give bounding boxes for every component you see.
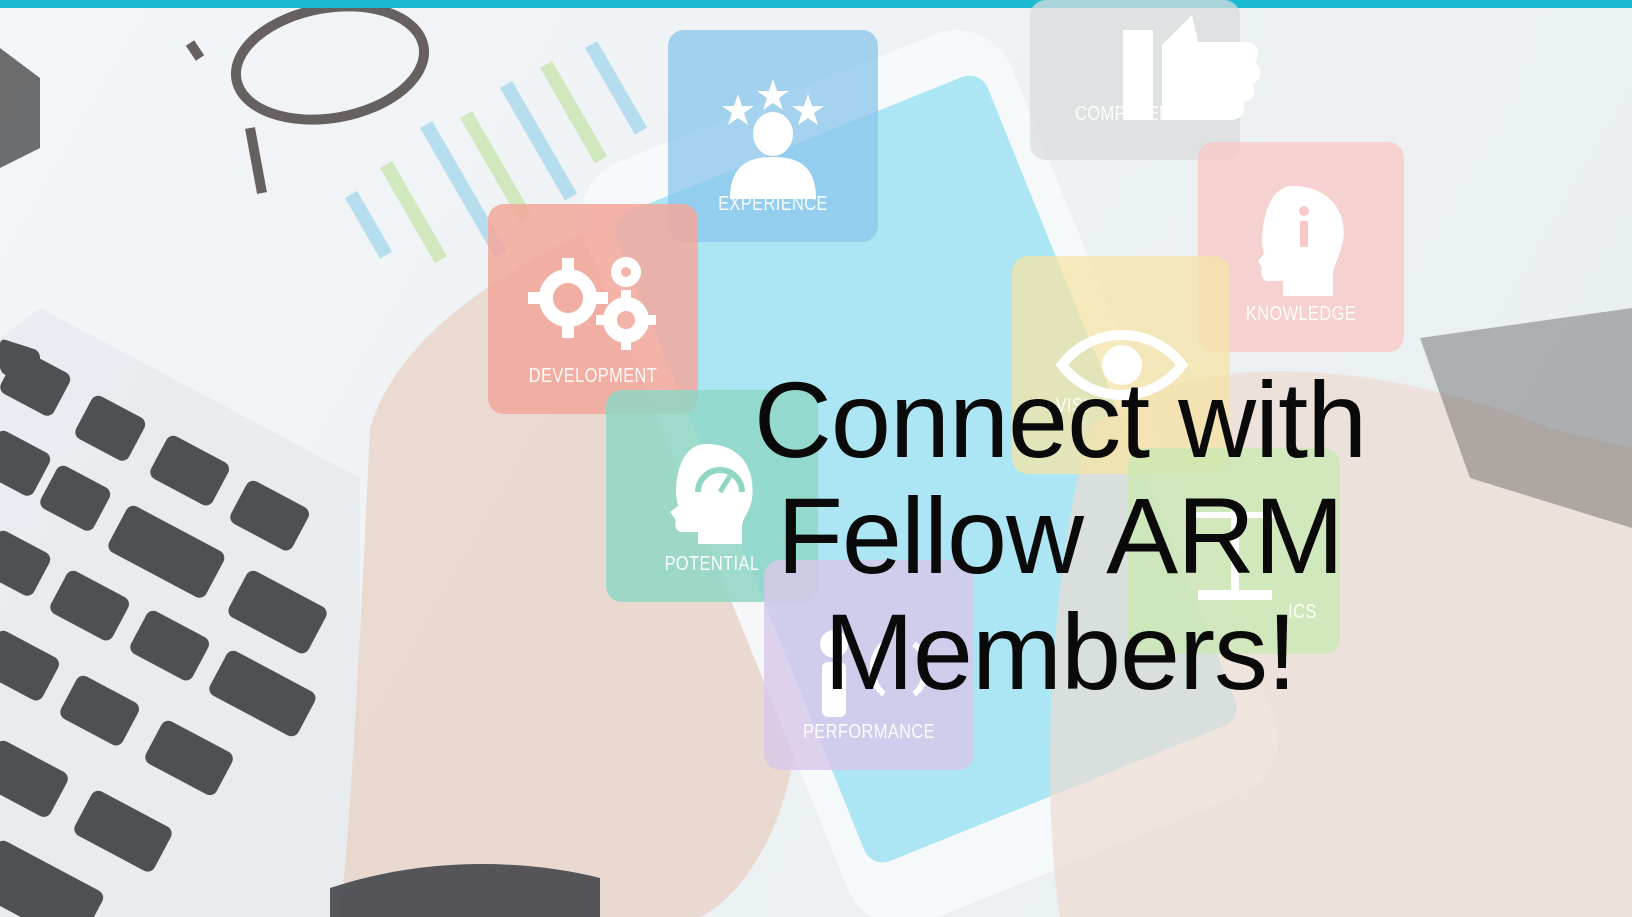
thumbs-up-icon [1123,15,1261,120]
knowledge-label: KNOWLEDGE [1245,303,1357,325]
competence-tile: COMPETENCE [1030,0,1261,160]
slide: EXPERIENCE COMPETENCE DEVELOPMENT KNOWLE… [0,0,1632,917]
development-label: DEVELOPMENT [528,365,658,387]
competence-label: COMPETENCE [1075,103,1195,125]
top-accent-bar [0,0,1632,8]
headline: Connect with Fellow ARM Members! [700,362,1420,710]
headline-line-1: Connect with [753,359,1367,480]
development-tile: DEVELOPMENT [488,204,698,414]
person-with-stars-icon [722,79,824,199]
experience-label: EXPERIENCE [718,193,828,215]
headline-line-2: Fellow ARM [776,475,1344,596]
performance-label: PERFORMANCE [802,721,936,743]
experience-tile: EXPERIENCE [668,30,878,242]
gears-icon [528,257,656,350]
headline-line-3: Members! [823,591,1297,712]
